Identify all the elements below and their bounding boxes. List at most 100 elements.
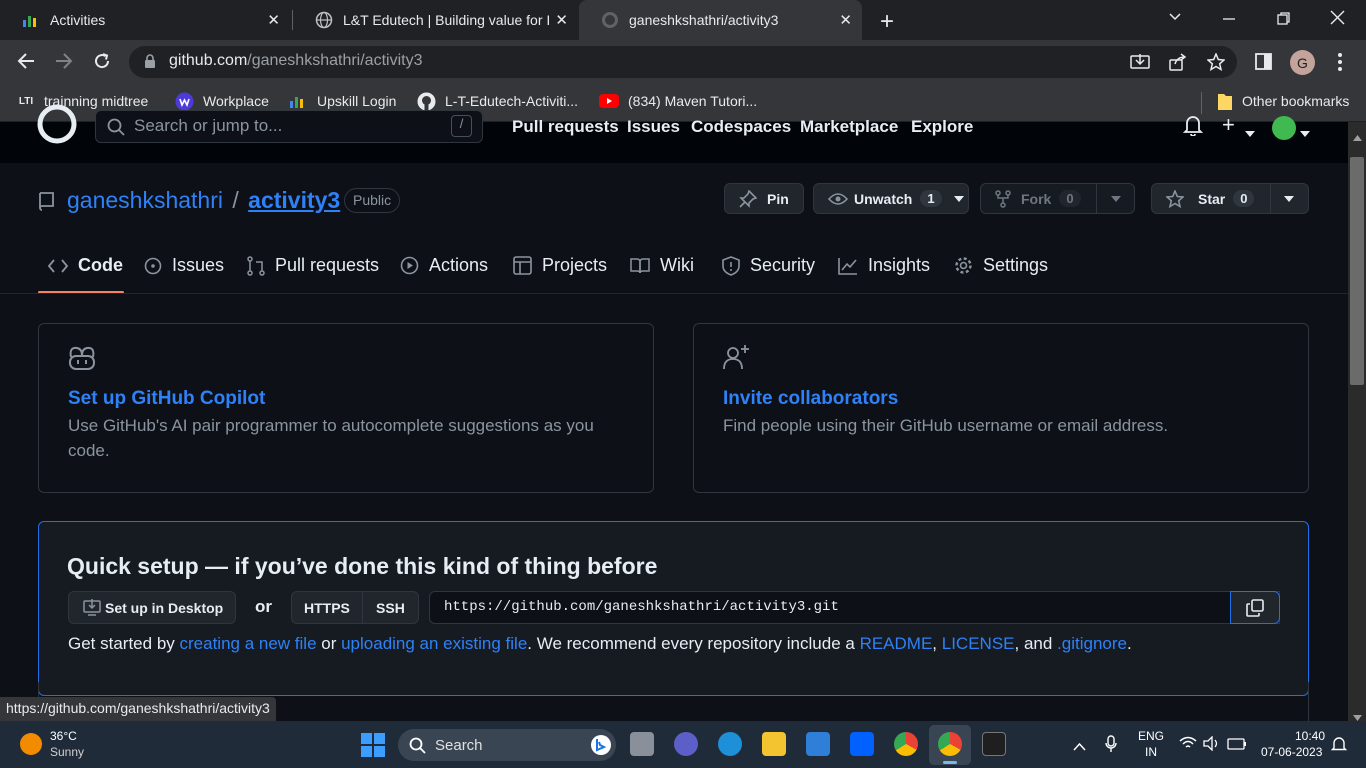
chrome-icon[interactable] bbox=[894, 732, 918, 756]
close-tab-icon[interactable]: ✕ bbox=[555, 11, 568, 29]
tab-projects[interactable]: Projects bbox=[513, 255, 607, 276]
tab-lt-edutech[interactable]: L&T Edutech | Building value for I ✕ bbox=[293, 0, 578, 40]
clone-url-input[interactable]: https://github.com/ganeshkshathri/activi… bbox=[429, 591, 1280, 624]
side-panel-icon[interactable] bbox=[1255, 53, 1272, 75]
lock-icon[interactable] bbox=[144, 54, 156, 74]
gitignore-link[interactable]: .gitignore bbox=[1057, 634, 1127, 653]
task-view-icon[interactable] bbox=[630, 732, 654, 756]
tab-code[interactable]: Code bbox=[48, 255, 123, 276]
chevron-up-icon[interactable] bbox=[1073, 738, 1086, 756]
tab-insights[interactable]: Insights bbox=[838, 255, 930, 276]
create-new-file-link[interactable]: creating a new file bbox=[180, 634, 317, 653]
bookmark-upskill-login[interactable]: Upskill Login bbox=[288, 92, 396, 110]
github-logo-icon[interactable] bbox=[37, 104, 77, 149]
tab-github-activity3[interactable]: ganeshkshathri/activity3 ✕ bbox=[579, 0, 862, 40]
nav-issues[interactable]: Issues bbox=[627, 117, 680, 137]
minimize-icon[interactable] bbox=[1222, 10, 1236, 31]
star-button[interactable]: Star 0 bbox=[1151, 183, 1309, 214]
upload-existing-file-link[interactable]: uploading an existing file bbox=[341, 634, 527, 653]
taskbar-search-box[interactable]: Search bbox=[398, 729, 616, 761]
notifications-bell-icon[interactable] bbox=[1182, 114, 1204, 141]
copilot-icon bbox=[67, 345, 97, 376]
chevron-down-icon[interactable] bbox=[1300, 124, 1310, 142]
copilot-title-link[interactable]: Set up GitHub Copilot bbox=[68, 388, 265, 410]
dropbox-icon[interactable] bbox=[850, 732, 874, 756]
microphone-icon[interactable] bbox=[1105, 735, 1117, 758]
bookmark-workplace[interactable]: Workplace bbox=[174, 92, 269, 110]
reload-icon[interactable] bbox=[93, 52, 111, 75]
address-bar[interactable]: github.com/ganeshkshathri/activity3 bbox=[129, 46, 1237, 78]
weather-description[interactable]: Sunny bbox=[50, 745, 84, 759]
menu-kebab-icon[interactable] bbox=[1337, 52, 1343, 77]
share-icon[interactable] bbox=[1169, 53, 1187, 76]
page-scrollbar[interactable] bbox=[1348, 122, 1366, 721]
tab-settings[interactable]: Settings bbox=[954, 255, 1048, 276]
notification-bell-icon[interactable] bbox=[1330, 735, 1348, 758]
tab-security[interactable]: Security bbox=[722, 255, 815, 276]
teams-chat-icon[interactable] bbox=[674, 732, 698, 756]
file-explorer-icon[interactable] bbox=[762, 732, 786, 756]
restore-icon[interactable] bbox=[1277, 10, 1291, 31]
bookmark-other-bookmarks[interactable]: Other bookmarks bbox=[1216, 92, 1349, 110]
lti-favicon-icon bbox=[22, 11, 40, 29]
close-tab-icon[interactable]: ✕ bbox=[267, 11, 280, 29]
nav-marketplace[interactable]: Marketplace bbox=[800, 117, 898, 137]
terminal-icon[interactable] bbox=[982, 732, 1006, 756]
back-icon[interactable] bbox=[17, 52, 35, 75]
search-input[interactable]: Search or jump to... / bbox=[95, 110, 483, 143]
install-app-icon[interactable] bbox=[1130, 53, 1150, 76]
invite-title-link[interactable]: Invite collaborators bbox=[723, 388, 898, 410]
wifi-icon[interactable] bbox=[1179, 736, 1197, 755]
tab-activities[interactable]: Activities ✕ bbox=[0, 0, 290, 40]
weather-sun-icon[interactable] bbox=[20, 733, 42, 755]
volume-icon[interactable] bbox=[1203, 735, 1221, 756]
profile-avatar[interactable]: G bbox=[1290, 50, 1315, 75]
license-link[interactable]: LICENSE bbox=[942, 634, 1015, 653]
fork-button[interactable]: Fork 0 bbox=[980, 183, 1135, 214]
tab-search-icon[interactable] bbox=[1167, 8, 1183, 29]
ssh-toggle-button[interactable]: SSH bbox=[363, 592, 418, 623]
pin-button[interactable]: Pin bbox=[724, 183, 804, 214]
nav-pull-requests[interactable]: Pull requests bbox=[512, 117, 619, 137]
hint-text: , and bbox=[1014, 634, 1058, 653]
repo-owner-link[interactable]: ganeshkshathri bbox=[67, 187, 223, 213]
search-icon bbox=[409, 737, 426, 754]
mail-icon[interactable] bbox=[806, 732, 830, 756]
copy-url-button[interactable] bbox=[1230, 591, 1280, 624]
unwatch-button[interactable]: Unwatch 1 bbox=[813, 183, 969, 214]
tab-wiki[interactable]: Wiki bbox=[630, 255, 694, 276]
tab-actions[interactable]: Actions bbox=[400, 255, 488, 276]
new-tab-button[interactable]: + bbox=[880, 8, 894, 36]
input-region[interactable]: IN bbox=[1145, 745, 1157, 759]
close-window-icon[interactable] bbox=[1330, 9, 1345, 30]
create-new-plus-icon[interactable]: + bbox=[1222, 112, 1235, 138]
bookmark-l-t-edutech[interactable]: L-T-Edutech-Activiti... bbox=[416, 92, 578, 111]
setup-in-desktop-button[interactable]: Set up in Desktop bbox=[68, 591, 236, 624]
repo-name-link[interactable]: activity3 bbox=[248, 187, 340, 213]
https-toggle-button[interactable]: HTTPS bbox=[292, 592, 363, 623]
weather-temperature[interactable]: 36°C bbox=[50, 729, 77, 743]
clock-time[interactable]: 10:40 bbox=[1295, 729, 1325, 743]
taskbar-active-app[interactable] bbox=[929, 725, 971, 765]
bookmark-star-icon[interactable] bbox=[1206, 52, 1226, 76]
copilot-card: Set up GitHub Copilot Use GitHub's AI pa… bbox=[38, 323, 654, 493]
forward-icon[interactable] bbox=[55, 52, 73, 75]
tab-title: L&T Edutech | Building value for I bbox=[343, 12, 551, 28]
tab-pull-requests[interactable]: Pull requests bbox=[247, 255, 379, 276]
edge-icon[interactable] bbox=[718, 732, 742, 756]
scroll-up-arrow-icon[interactable] bbox=[1353, 128, 1362, 146]
chevron-down-icon[interactable] bbox=[1245, 124, 1255, 142]
avatar[interactable] bbox=[1272, 116, 1296, 140]
fork-icon bbox=[995, 189, 1011, 208]
readme-link[interactable]: README bbox=[860, 634, 933, 653]
scrollbar-thumb[interactable] bbox=[1350, 157, 1364, 385]
close-tab-icon[interactable]: ✕ bbox=[839, 11, 852, 29]
battery-icon[interactable] bbox=[1227, 737, 1247, 755]
nav-codespaces[interactable]: Codespaces bbox=[691, 117, 791, 137]
nav-explore[interactable]: Explore bbox=[911, 117, 973, 137]
clock-date[interactable]: 07-06-2023 bbox=[1261, 745, 1322, 759]
tab-issues[interactable]: Issues bbox=[144, 255, 224, 276]
windows-start-icon[interactable] bbox=[361, 733, 385, 762]
bookmark-maven-tutorial[interactable]: (834) Maven Tutori... bbox=[599, 92, 757, 110]
input-language[interactable]: ENG bbox=[1138, 729, 1164, 743]
